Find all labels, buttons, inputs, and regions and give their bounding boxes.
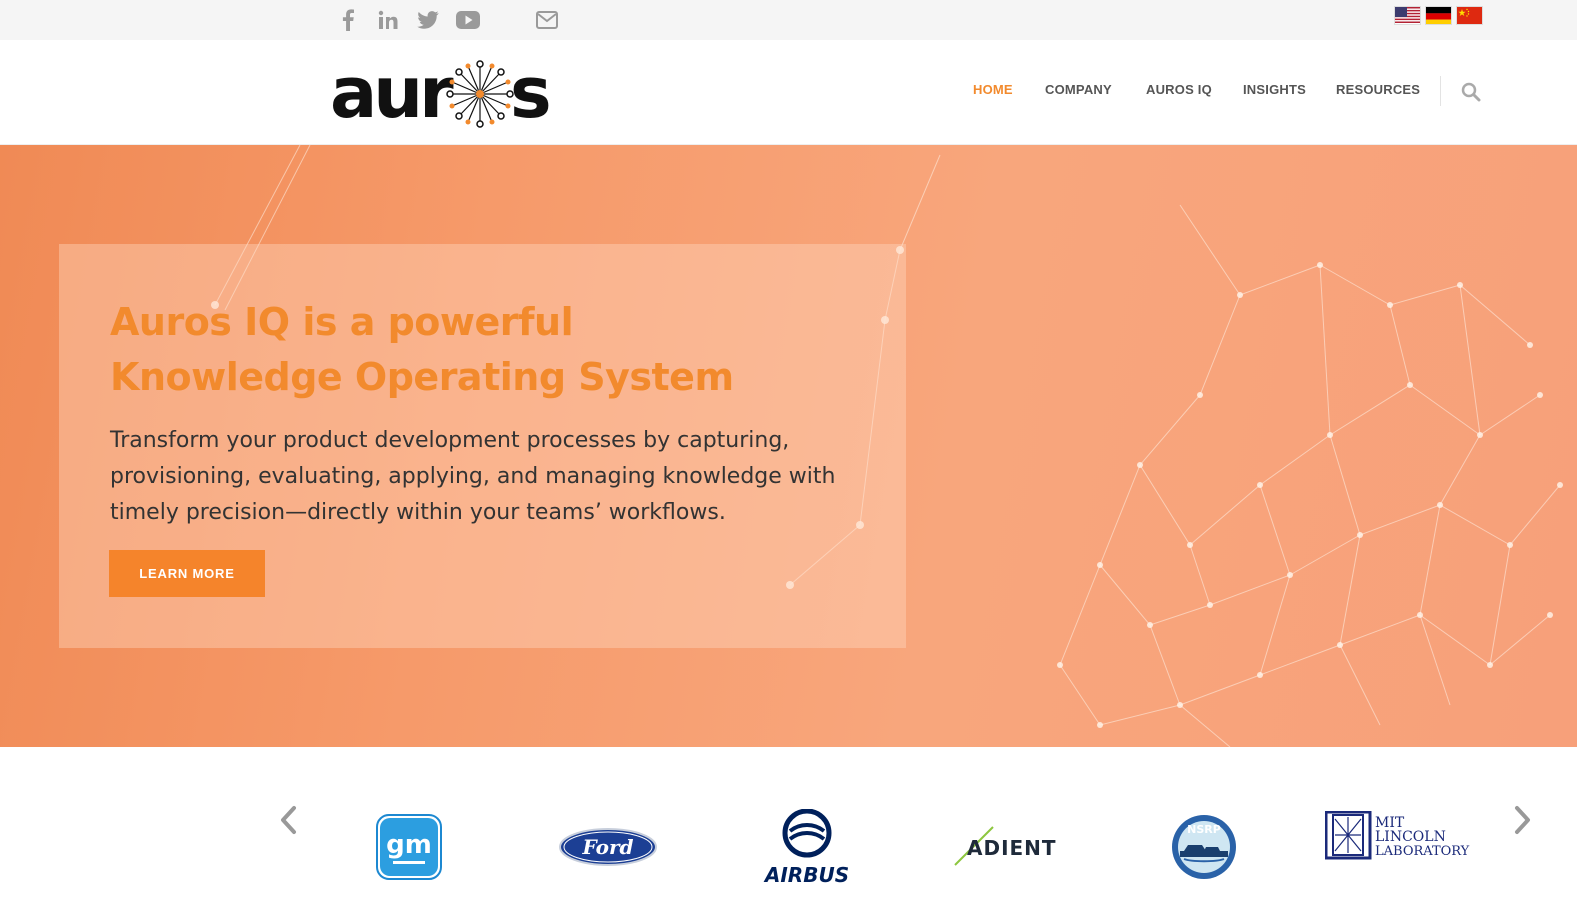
- svg-text:LABORATORY: LABORATORY: [1375, 844, 1470, 859]
- hero-banner: Auros IQ is a powerful Knowledge Operati…: [0, 145, 1577, 747]
- facebook-icon[interactable]: [336, 8, 360, 32]
- hero-subtitle: Transform your product development proce…: [110, 428, 836, 525]
- search-icon[interactable]: [1461, 82, 1481, 102]
- nav-insights[interactable]: INSIGHTS: [1243, 82, 1306, 97]
- airbus-logo: AIRBUS: [760, 808, 854, 890]
- logo-text-aur: aur: [330, 52, 454, 134]
- logo-network-icon: [446, 60, 514, 128]
- auros-logo[interactable]: aur s: [330, 52, 552, 134]
- svg-text:NSRP: NSRP: [1187, 823, 1221, 836]
- svg-text:Ford: Ford: [582, 835, 634, 859]
- hero-title-line2: Knowledge Operating System: [110, 355, 734, 399]
- germany-flag-icon[interactable]: [1425, 6, 1452, 25]
- linkedin-icon[interactable]: [376, 8, 400, 32]
- us-flag-icon[interactable]: [1394, 6, 1421, 25]
- nav-company[interactable]: COMPANY: [1045, 82, 1112, 97]
- email-icon[interactable]: [535, 8, 559, 32]
- youtube-icon[interactable]: [455, 8, 481, 32]
- hero-title-line1: Auros IQ is a powerful: [110, 300, 574, 344]
- svg-text:LINCOLN: LINCOLN: [1375, 829, 1446, 845]
- twitter-icon[interactable]: [416, 8, 440, 32]
- ford-logo: Ford: [558, 827, 658, 872]
- hero-title: Auros IQ is a powerful Knowledge Operati…: [110, 295, 870, 405]
- nav-auros-iq[interactable]: AUROS IQ: [1146, 82, 1212, 97]
- svg-text:ADIENT: ADIENT: [967, 836, 1057, 860]
- nsrp-logo: NSRP: [1170, 813, 1238, 886]
- client-logo-carousel: gm Ford AIRBUS ADIENT NSRP MIT LINCOLN L…: [0, 747, 1577, 921]
- nav-resources[interactable]: RESOURCES: [1336, 82, 1420, 97]
- logo-text-s: s: [510, 52, 552, 134]
- mit-lincoln-laboratory-logo: MIT LINCOLN LABORATORY: [1324, 810, 1483, 866]
- svg-text:gm: gm: [386, 830, 432, 860]
- svg-text:AIRBUS: AIRBUS: [763, 863, 849, 885]
- nav-divider: [1440, 76, 1441, 106]
- carousel-next-arrow-icon[interactable]: [1510, 805, 1534, 835]
- china-flag-icon[interactable]: [1456, 6, 1483, 25]
- adient-logo: ADIENT: [953, 823, 1059, 872]
- site-header: aur s HOME COMPANY AUROS IQ INSIGHTS RES…: [0, 40, 1577, 145]
- top-bar: [0, 0, 1577, 40]
- gm-logo: gm: [375, 813, 443, 886]
- learn-more-button[interactable]: LEARN MORE: [109, 550, 265, 597]
- nav-home[interactable]: HOME: [973, 82, 1013, 97]
- carousel-prev-arrow-icon[interactable]: [277, 805, 301, 835]
